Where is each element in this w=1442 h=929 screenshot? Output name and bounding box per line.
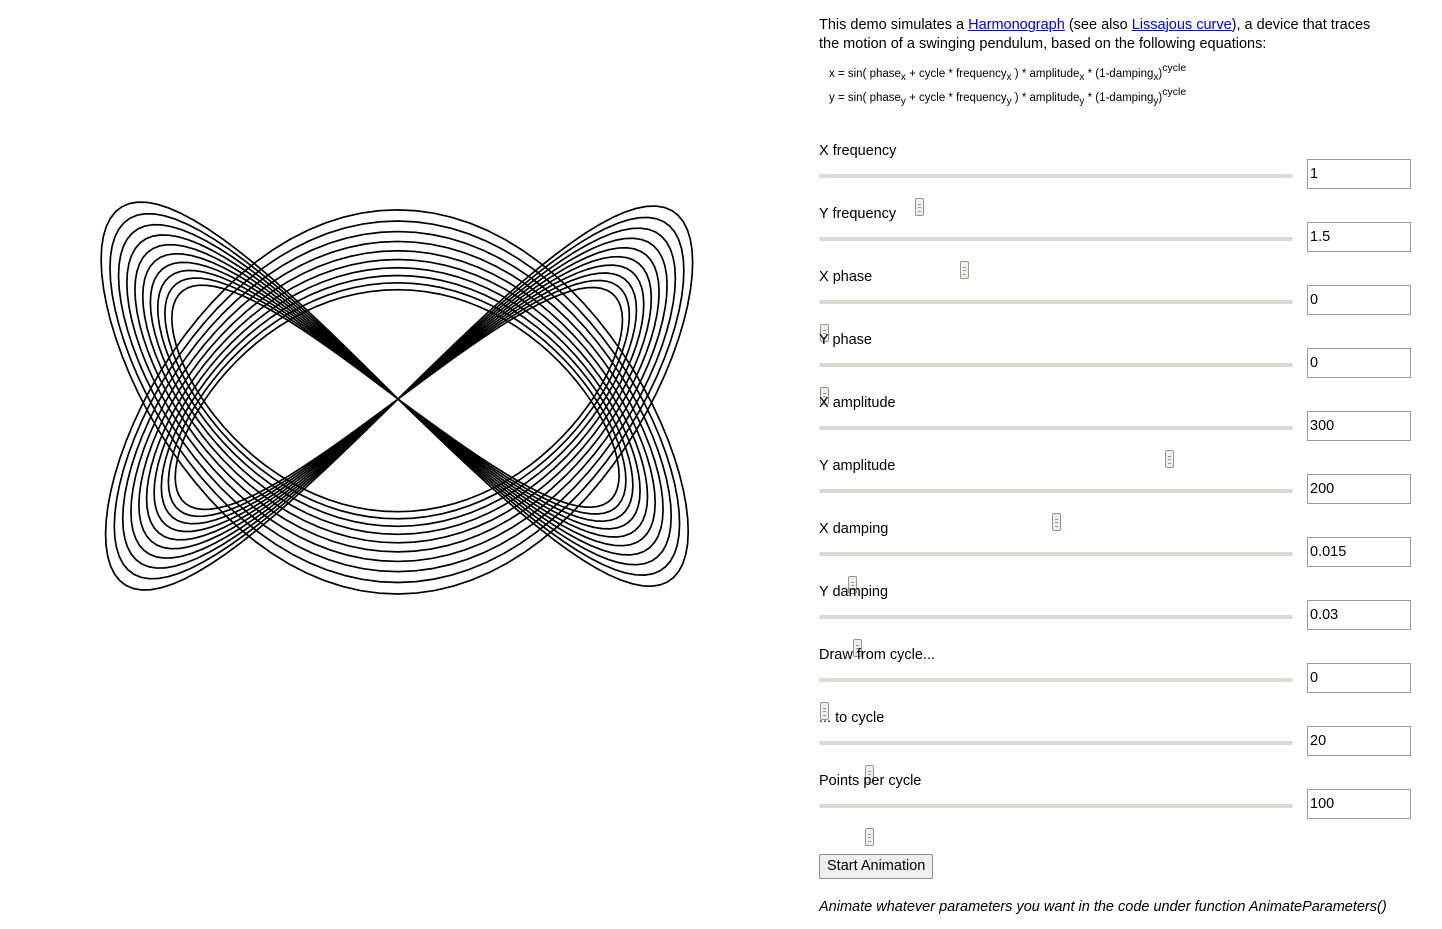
- x-frequency-label: X frequency: [819, 143, 897, 159]
- x-frequency-input[interactable]: [1307, 159, 1411, 189]
- intro-text: This demo simulates a Harmonograph (see …: [819, 16, 1389, 54]
- y-frequency-slider[interactable]: [819, 237, 1293, 279]
- x-damping-input[interactable]: [1307, 537, 1411, 567]
- eq-x-sup: cycle: [1162, 62, 1187, 74]
- animate-note: Animate whatever parameters you want in …: [819, 899, 1387, 915]
- draw-from-cycle-slider[interactable]: [819, 678, 1293, 720]
- eq-y-part: * (1-damping: [1084, 92, 1154, 104]
- harmonograph-curve: [100, 201, 694, 595]
- eq-y-part: y = sin( phase: [829, 92, 901, 104]
- equation-x: x = sin( phasex + cycle * frequencyx ) *…: [829, 62, 1419, 86]
- x-damping-slider[interactable]: [819, 552, 1293, 594]
- control-points-per-cycle: Points per cycle: [819, 772, 1419, 846]
- y-frequency-input[interactable]: [1307, 222, 1411, 252]
- y-amplitude-slider[interactable]: [819, 489, 1293, 531]
- start-animation-button[interactable]: Start Animation: [819, 854, 934, 879]
- y-amplitude-input[interactable]: [1307, 474, 1411, 504]
- equation-y: y = sin( phasey + cycle * frequencyy ) *…: [829, 86, 1419, 110]
- x-amplitude-label: X amplitude: [819, 395, 896, 411]
- intro-text-middle: (see also: [1064, 17, 1132, 33]
- y-phase-label: Y phase: [819, 332, 872, 348]
- control-to-cycle: ... to cycle: [819, 709, 1419, 783]
- draw-from-cycle-label: Draw from cycle...: [819, 647, 936, 663]
- intro-text-before: This demo simulates a: [819, 17, 969, 33]
- draw-from-cycle-input[interactable]: [1307, 663, 1411, 693]
- y-damping-input[interactable]: [1307, 600, 1411, 630]
- control-y-frequency: Y frequency: [819, 205, 1419, 279]
- y-phase-slider[interactable]: [819, 363, 1293, 405]
- harmonograph-link[interactable]: Harmonograph: [968, 17, 1065, 33]
- eq-y-sup: cycle: [1162, 86, 1187, 98]
- y-amplitude-label: Y amplitude: [819, 458, 896, 474]
- y-damping-label: Y damping: [819, 584, 889, 600]
- control-x-frequency: X frequency: [819, 142, 1419, 216]
- x-damping-label: X damping: [819, 521, 889, 537]
- x-phase-input[interactable]: [1307, 285, 1411, 315]
- control-panel: This demo simulates a Harmonograph (see …: [819, 16, 1419, 915]
- control-x-amplitude: X amplitude: [819, 394, 1419, 468]
- to-cycle-label: ... to cycle: [819, 710, 885, 726]
- control-y-damping: Y damping: [819, 583, 1419, 657]
- eq-x-part: + cycle * frequency: [905, 68, 1007, 80]
- y-frequency-label: Y frequency: [819, 206, 897, 222]
- to-cycle-input[interactable]: [1307, 726, 1411, 756]
- lissajous-curve-link[interactable]: Lissajous curve: [1132, 17, 1232, 33]
- y-phase-input[interactable]: [1307, 348, 1411, 378]
- slider-thumb[interactable]: [865, 828, 875, 846]
- points-per-cycle-input[interactable]: [1307, 789, 1411, 819]
- x-phase-label: X phase: [819, 269, 873, 285]
- harmonograph-drawing: [100, 201, 694, 595]
- eq-x-part: x = sin( phase: [829, 68, 901, 80]
- control-y-amplitude: Y amplitude: [819, 457, 1419, 531]
- eq-x-part: ) * amplitude: [1011, 68, 1080, 80]
- x-amplitude-slider[interactable]: [819, 426, 1293, 468]
- eq-y-part: + cycle * frequency: [905, 92, 1007, 104]
- y-damping-slider[interactable]: [819, 615, 1293, 657]
- control-x-phase: X phase: [819, 268, 1419, 342]
- x-frequency-slider[interactable]: [819, 174, 1293, 216]
- eq-x-part: * (1-damping: [1084, 68, 1154, 80]
- points-per-cycle-slider[interactable]: [819, 804, 1293, 846]
- x-phase-slider[interactable]: [819, 300, 1293, 342]
- control-x-damping: X damping: [819, 520, 1419, 594]
- harmonograph-canvas-area: [0, 0, 800, 929]
- control-y-phase: Y phase: [819, 331, 1419, 405]
- eq-y-part: ) * amplitude: [1011, 92, 1080, 104]
- x-amplitude-input[interactable]: [1307, 411, 1411, 441]
- equations: x = sin( phasex + cycle * frequencyx ) *…: [829, 62, 1419, 110]
- control-draw-from-cycle: Draw from cycle...: [819, 646, 1419, 720]
- to-cycle-slider[interactable]: [819, 741, 1293, 783]
- points-per-cycle-label: Points per cycle: [819, 773, 922, 789]
